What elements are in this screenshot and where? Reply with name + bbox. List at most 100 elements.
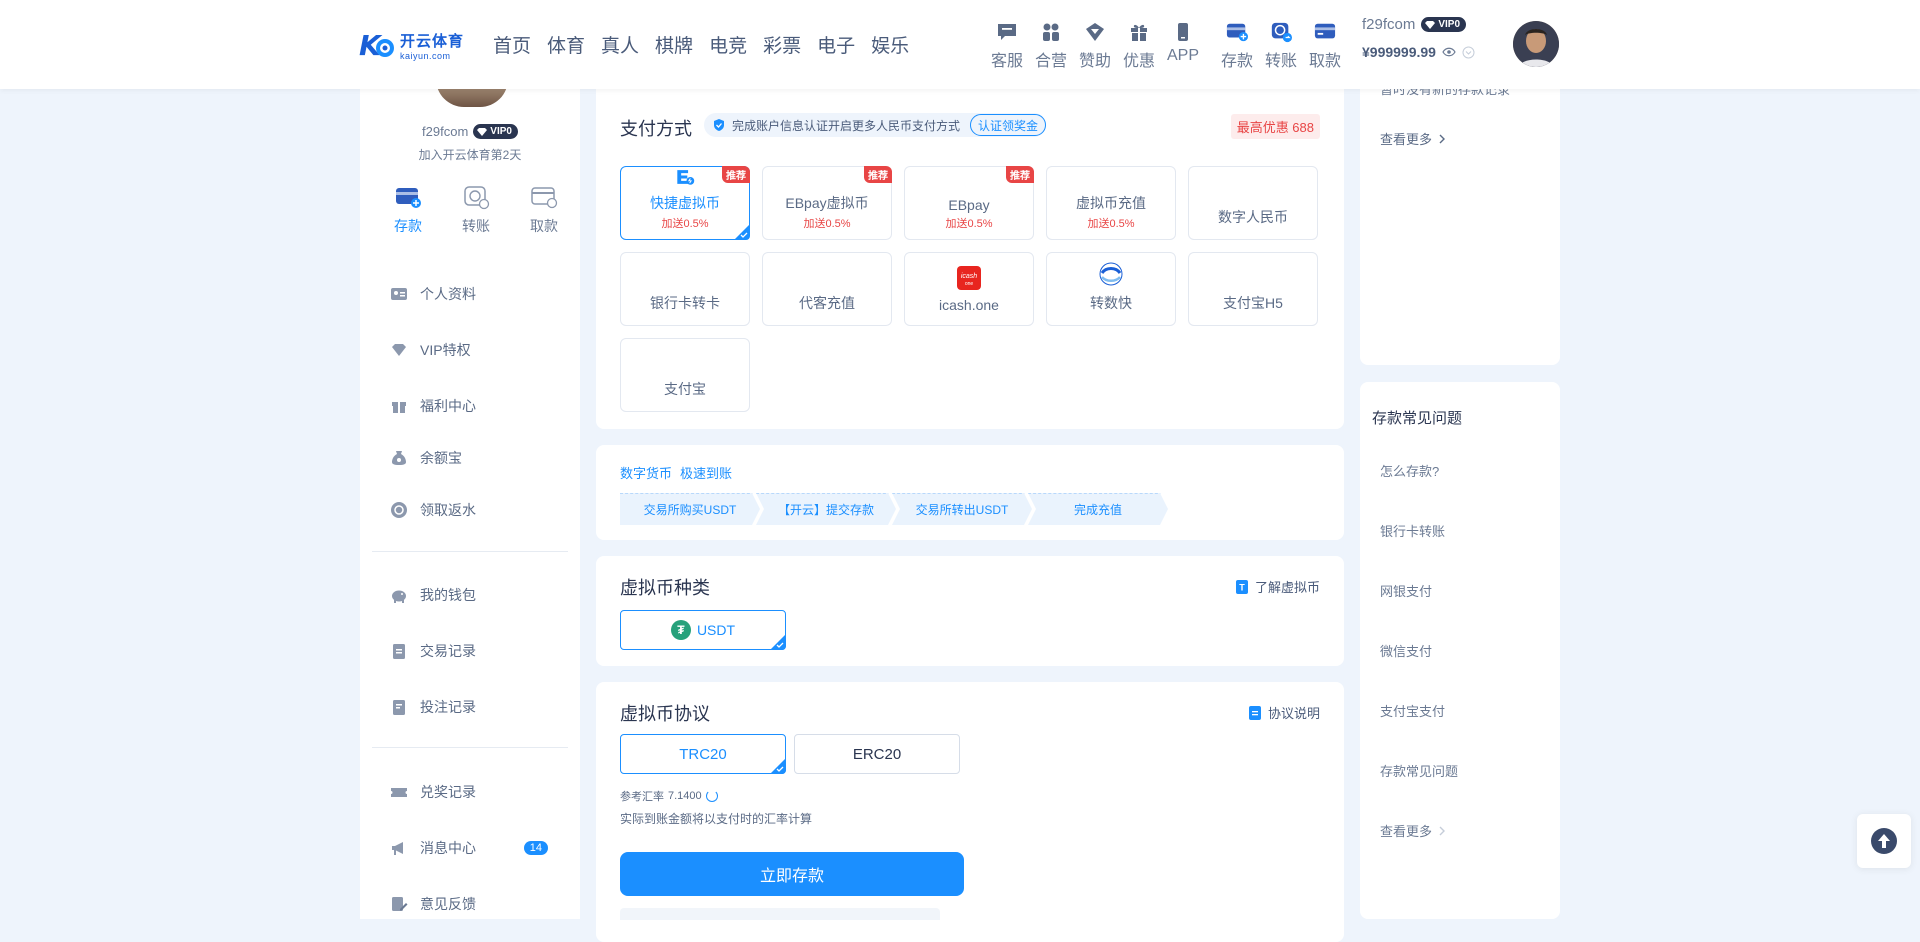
verify-text: 完成账户信息认证开启更多人民币支付方式 [732, 118, 961, 133]
svg-text:T: T [1239, 582, 1245, 592]
faq-item[interactable]: 存款常见问题 [1380, 761, 1458, 780]
app-link[interactable]: APP [1161, 21, 1205, 71]
pay-method-alipay-h5[interactable]: 支付宝H5 [1188, 252, 1318, 326]
nav-live[interactable]: 真人 [601, 31, 639, 58]
pay-method-ebpay[interactable]: 推荐 EBpay 加送0.5% [904, 166, 1034, 240]
refresh-icon[interactable] [705, 790, 718, 802]
partial-content [620, 908, 940, 920]
pay-method-agent-topup[interactable]: 代客充值 [762, 252, 892, 326]
sidebar-item-yuebao[interactable]: 余额宝 [390, 448, 560, 468]
sidebar-item-redeem[interactable]: 兑奖记录 [390, 782, 560, 802]
sidebar-item-vip[interactable]: VIP特权 [390, 340, 560, 360]
header-withdraw-link[interactable]: 取款 [1303, 21, 1347, 71]
payment-method-card: 支付方式 完成账户信息认证开启更多人民币支付方式 认证领奖金 最高优惠 688 … [596, 89, 1344, 429]
edit-icon [392, 897, 408, 911]
deposit-icon [1226, 23, 1248, 42]
id-card-icon [391, 288, 407, 300]
header-transfer-link[interactable]: 转账 [1259, 21, 1303, 71]
service-link[interactable]: 客服 [985, 21, 1029, 71]
faq-item[interactable]: 银行卡转账 [1380, 521, 1445, 540]
pay-method-name: 数字人民币 [1218, 209, 1288, 225]
sponsor-link[interactable]: 赞助 [1073, 21, 1117, 71]
sidebar-item-bets[interactable]: 投注记录 [390, 697, 560, 717]
pay-method-name: 支付宝 [664, 381, 706, 397]
pay-method-name: EBpay虚拟币 [785, 195, 869, 211]
pay-method-alipay[interactable]: 支付宝 [620, 338, 750, 412]
gift-icon [1131, 24, 1147, 41]
sidebar-item-transactions[interactable]: 交易记录 [390, 641, 560, 661]
promo-link[interactable]: 优惠 [1117, 21, 1161, 71]
view-more-link[interactable]: 查看更多 [1380, 129, 1446, 148]
pay-method-name: 支付宝H5 [1223, 295, 1283, 311]
header-deposit-link[interactable]: 存款 [1215, 21, 1259, 71]
sidebar-deposit-label: 存款 [394, 218, 422, 234]
sidebar-transfer-button[interactable]: 转账 [442, 184, 510, 236]
eye-icon[interactable] [1442, 47, 1456, 57]
avatar[interactable] [1513, 21, 1559, 67]
protocol-help-link[interactable]: 协议说明 [1248, 703, 1320, 722]
nav-lottery[interactable]: 彩票 [763, 31, 801, 58]
sidebar-item-rebate[interactable]: 领取返水 [390, 500, 560, 520]
gift-icon [392, 402, 406, 413]
usdt-option-button[interactable]: ₮ USDT [620, 610, 786, 650]
trc20-option-button[interactable]: TRC20 [620, 734, 786, 774]
faq-view-more-link[interactable]: 查看更多 [1380, 821, 1446, 840]
steps-row: 交易所购买USDT 【开云】提交存款 交易所转出USDT 完成充值 [620, 493, 1168, 525]
pay-method-crypto-topup[interactable]: 虚拟币充值 加送0.5% [1046, 166, 1176, 240]
promo-label: 优惠 [1122, 53, 1155, 70]
pay-method-icash[interactable]: icash one icash.one [904, 252, 1034, 326]
partners-label: 合营 [1034, 53, 1067, 70]
sidebar-wallet-actions: 存款 转账 取款 [374, 184, 578, 236]
erc20-option-button[interactable]: ERC20 [794, 734, 960, 774]
nav-entertainment[interactable]: 娱乐 [871, 31, 909, 58]
step-buy-usdt: 交易所购买USDT [620, 493, 760, 525]
check-corner-icon [770, 758, 786, 774]
chat-icon [998, 24, 1016, 40]
chevron-down-icon[interactable] [1462, 46, 1475, 59]
sidebar-item-profile[interactable]: 个人资料 [390, 284, 560, 304]
recent-deposits-panel: 暂时没有新的存款记录 查看更多 [1360, 87, 1560, 365]
fps-logo-icon [1099, 262, 1123, 286]
coin-type-card: 虚拟币种类 T 了解虚拟币 ₮ USDT [596, 556, 1344, 666]
sidebar-item-messages[interactable]: 消息中心 14 [390, 838, 560, 858]
nav-home[interactable]: 首页 [493, 31, 531, 58]
scroll-to-top-button[interactable] [1857, 814, 1911, 868]
sidebar-item-welfare[interactable]: 福利中心 [390, 396, 560, 416]
main-nav: 首页 体育 真人 棋牌 电竞 彩票 电子 娱乐 [493, 31, 909, 58]
partners-link[interactable]: 合营 [1029, 21, 1073, 71]
faq-item[interactable]: 微信支付 [1380, 641, 1432, 660]
logo-text-cn: 开云体育 [400, 31, 465, 50]
verify-bonus-button[interactable]: 认证领奖金 [970, 114, 1047, 136]
sidebar-withdraw-button[interactable]: 取款 [510, 184, 578, 236]
sidebar-item-feedback[interactable]: 意见反馈 [390, 894, 560, 914]
sidebar-item-wallet[interactable]: 我的钱包 [390, 585, 560, 605]
pay-method-digital-rmb[interactable]: 数字人民币 [1188, 166, 1318, 240]
pay-method-bank-transfer[interactable]: 银行卡转卡 [620, 252, 750, 326]
nav-sports[interactable]: 体育 [547, 31, 585, 58]
header-withdraw-label: 取款 [1308, 53, 1341, 70]
kaiyun-logo[interactable]: K 开云体育 kaiyun.com [358, 26, 470, 64]
chevron-right-icon [1439, 826, 1446, 835]
faq-item[interactable]: 怎么存款? [1380, 461, 1439, 480]
faq-item[interactable]: 网银支付 [1380, 581, 1432, 600]
nav-esports[interactable]: 电竞 [709, 31, 747, 58]
balance-value: ¥999999.99 [1362, 44, 1436, 60]
faq-title: 存款常见问题 [1372, 410, 1463, 427]
nav-cards[interactable]: 棋牌 [655, 31, 693, 58]
nav-slots[interactable]: 电子 [817, 31, 855, 58]
sidebar-deposit-button[interactable]: 存款 [374, 184, 442, 236]
protocol-title: 虚拟币协议 [620, 704, 710, 724]
clipboard-icon [393, 644, 405, 659]
steps-title-a: 数字货币 [620, 466, 673, 481]
step-submit-deposit: 【开云】提交存款 [756, 493, 896, 525]
faq-item[interactable]: 支付宝支付 [1380, 701, 1445, 720]
arrow-up-icon [1871, 828, 1897, 854]
pay-method-quick-crypto[interactable]: 推荐 快捷虚拟币 加送0.5% [620, 166, 750, 240]
pay-method-bonus: 加送0.5% [1087, 218, 1135, 230]
deposit-now-button[interactable]: 立即存款 [620, 852, 964, 896]
logo-text-en: kaiyun.com [400, 50, 451, 61]
learn-crypto-link[interactable]: T 了解虚拟币 [1235, 577, 1320, 596]
pay-method-fps[interactable]: 转数快 [1046, 252, 1176, 326]
pay-method-ebpay-crypto[interactable]: 推荐 EBpay虚拟币 加送0.5% [762, 166, 892, 240]
header-user-block: f29fcom VIP0 ¥999999.99 [1362, 16, 1475, 60]
